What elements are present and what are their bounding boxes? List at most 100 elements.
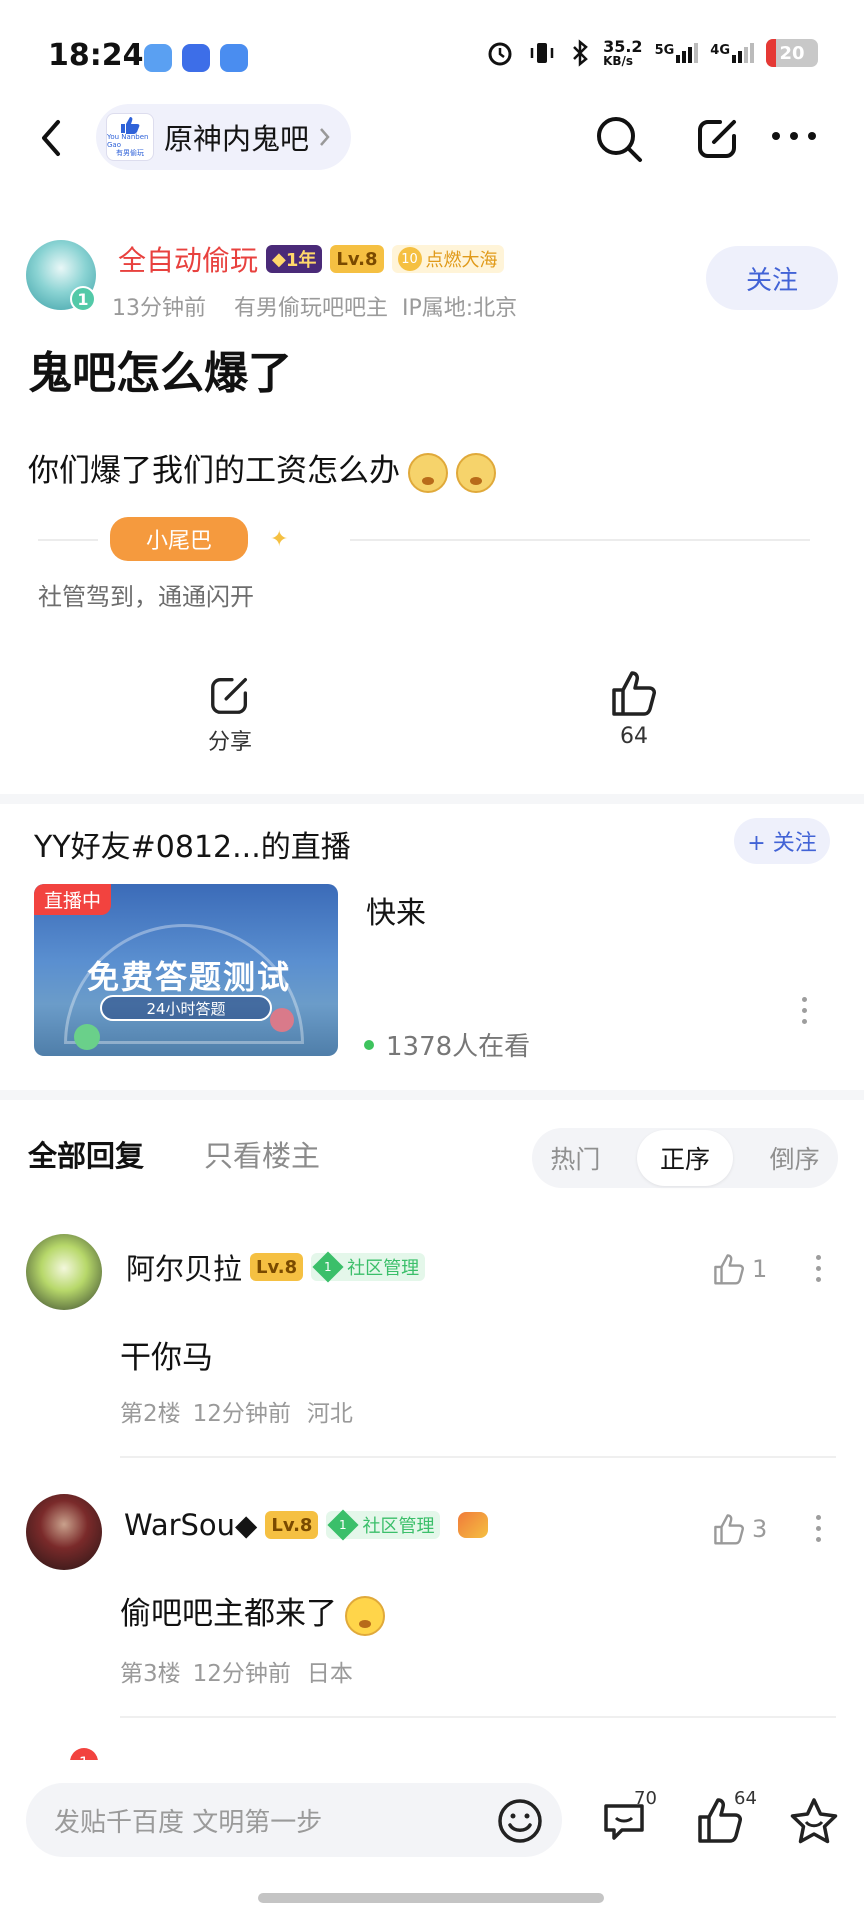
fire-level: 10 bbox=[397, 247, 422, 271]
back-arrow-icon[interactable] bbox=[34, 116, 70, 160]
live-dot bbox=[364, 1039, 374, 1050]
fire-label: 点燃大海 bbox=[425, 250, 498, 271]
share-label: 分享 bbox=[207, 730, 252, 755]
manager-label: 社区管理 bbox=[362, 1516, 435, 1537]
game-badge-icon bbox=[458, 1512, 489, 1538]
community-manager-badge: 1 社区管理 bbox=[311, 1251, 426, 1283]
like-count: 64 bbox=[734, 1788, 757, 1809]
reply-text: 偷吧吧主都来了 bbox=[120, 1588, 385, 1636]
tail-text: 社管驾到，通通闪开 bbox=[38, 583, 254, 611]
follow-author-button[interactable]: 关注 bbox=[706, 246, 838, 310]
reply-like-count: 1 bbox=[752, 1255, 768, 1283]
reply-name-row: 阿尔贝拉 Lv.8 1 社区管理 bbox=[126, 1246, 426, 1288]
reply-floor: 第3楼 bbox=[120, 1661, 181, 1687]
viewer-count: 1378人在看 bbox=[386, 1032, 531, 1062]
post-like-count: 64 bbox=[620, 724, 648, 749]
post-meta: 13分钟前 有男偷玩吧吧主 IP属地:北京 bbox=[112, 290, 517, 322]
like-button[interactable]: 64 bbox=[696, 1788, 776, 1854]
tab-owner-only[interactable]: 只看楼主 bbox=[204, 1133, 320, 1175]
forum-logo-line2: 有男偷玩 bbox=[116, 148, 144, 157]
reply-avatar[interactable] bbox=[26, 1494, 102, 1570]
live-follow-button[interactable]: + 关注 bbox=[734, 818, 830, 864]
level-badge: Lv.8 bbox=[330, 245, 384, 273]
net-speed-unit: KB/s bbox=[603, 54, 634, 68]
years-badge: ◆ 1年 bbox=[266, 245, 323, 273]
sort-descending[interactable]: 倒序 bbox=[770, 1140, 820, 1176]
thumbs-up-icon bbox=[612, 671, 656, 716]
signal-4g-label: 4G bbox=[710, 43, 730, 58]
tail-divider-right bbox=[350, 539, 810, 541]
level-badge: Lv.8 bbox=[250, 1253, 304, 1281]
reply-avatar[interactable] bbox=[26, 1234, 102, 1310]
thinking-emoji-icon bbox=[456, 452, 496, 493]
emoji-picker-icon[interactable] bbox=[496, 1797, 544, 1845]
tail-divider-left bbox=[38, 539, 98, 541]
level-badge: Lv.8 bbox=[265, 1511, 319, 1539]
share-button[interactable]: 分享 bbox=[194, 672, 266, 756]
forum-logo-line1: You Nanben Gao bbox=[107, 133, 149, 150]
bluetooth-icon bbox=[573, 39, 588, 67]
thumbs-up-icon bbox=[714, 1514, 744, 1545]
reply-time: 12分钟前 bbox=[192, 1661, 291, 1687]
reply-author-name[interactable]: 阿尔贝拉 bbox=[126, 1246, 242, 1288]
post-body: 你们爆了我们的工资怎么办 bbox=[28, 445, 496, 493]
sort-ascending[interactable]: 正序 bbox=[637, 1130, 733, 1186]
reply-more-icon[interactable] bbox=[808, 1255, 828, 1282]
author-name[interactable]: 全自动偷玩 bbox=[118, 239, 258, 279]
forum-name: 原神内鬼吧 bbox=[164, 122, 310, 156]
live-viewers: 1378人在看 bbox=[364, 1026, 530, 1063]
star-favorite-icon[interactable] bbox=[788, 1796, 840, 1848]
net-speed-value: 35.2 bbox=[603, 37, 643, 56]
reply-author-name[interactable]: WarSou◆ bbox=[124, 1508, 257, 1542]
browser-notification-icon bbox=[220, 44, 248, 72]
like-post-button[interactable]: 64 bbox=[598, 668, 670, 749]
reply-meta: 第2楼 12分钟前 河北 bbox=[120, 1394, 353, 1428]
tail-tag: 小尾巴 bbox=[110, 517, 248, 561]
reply-input-placeholder: 发贴千百度 文明第一步 bbox=[54, 1807, 323, 1838]
comment-count: 70 bbox=[634, 1788, 657, 1809]
reply-input[interactable]: 发贴千百度 文明第一步 bbox=[26, 1783, 562, 1857]
years-badge-label: 1年 bbox=[285, 250, 317, 271]
reply-meta: 第3楼 12分钟前 日本 bbox=[120, 1654, 353, 1688]
thinking-emoji-icon bbox=[408, 452, 448, 493]
live-thumbnail[interactable]: 直播中 免费答题测试 24小时答题 bbox=[34, 884, 338, 1056]
signal-5g: 5G bbox=[655, 43, 699, 63]
reply-like-button[interactable]: 3 bbox=[712, 1512, 767, 1546]
compose-icon[interactable] bbox=[694, 114, 742, 162]
live-title[interactable]: YY好友#0812...的直播 bbox=[34, 822, 351, 866]
more-options-icon[interactable] bbox=[770, 130, 818, 142]
net-speed: 35.2 KB/s bbox=[603, 37, 643, 68]
thumb-sphere bbox=[270, 1008, 294, 1032]
laughing-emoji-icon bbox=[345, 1595, 385, 1636]
forum-logo: You Nanben Gao 有男偷玩 bbox=[106, 113, 154, 161]
reply-floor: 第2楼 bbox=[120, 1401, 181, 1427]
chevron-right-icon bbox=[320, 128, 330, 146]
reply-more-icon[interactable] bbox=[808, 1515, 828, 1542]
avatar-level-badge: 1 bbox=[70, 286, 96, 312]
thumb-sphere bbox=[74, 1024, 100, 1050]
ip-location: IP属地:北京 bbox=[402, 296, 518, 321]
sort-hot[interactable]: 热门 bbox=[550, 1140, 600, 1176]
reply-like-button[interactable]: 1 bbox=[712, 1252, 767, 1286]
post-title: 鬼吧怎么爆了 bbox=[28, 348, 292, 399]
battery-indicator: 20 bbox=[766, 39, 818, 67]
post-body-text: 你们爆了我们的工资怎么办 bbox=[28, 453, 400, 489]
search-icon[interactable] bbox=[594, 114, 644, 164]
reply-name-row: WarSou◆ Lv.8 1 社区管理 bbox=[124, 1508, 489, 1542]
live-badge: 直播中 bbox=[34, 884, 112, 915]
tab-all-replies[interactable]: 全部回复 bbox=[28, 1133, 144, 1175]
live-description: 快来 bbox=[366, 896, 426, 931]
manager-label: 社区管理 bbox=[347, 1258, 420, 1279]
thumb-title: 免费答题测试 bbox=[86, 958, 291, 996]
reply-like-count: 3 bbox=[752, 1515, 768, 1543]
section-separator bbox=[0, 794, 864, 804]
thumbs-up-icon bbox=[714, 1254, 744, 1285]
comment-button[interactable]: 70 bbox=[600, 1788, 680, 1856]
live-more-icon[interactable] bbox=[794, 997, 814, 1024]
forum-entry-button[interactable]: You Nanben Gao 有男偷玩 原神内鬼吧 bbox=[96, 104, 352, 170]
alarm-icon bbox=[488, 42, 512, 66]
status-time: 18:24 bbox=[48, 38, 144, 73]
sort-segmented-control: 热门 正序 倒序 bbox=[532, 1128, 838, 1188]
vibrate-icon bbox=[530, 43, 554, 63]
vivo-notification-icon bbox=[182, 44, 210, 72]
